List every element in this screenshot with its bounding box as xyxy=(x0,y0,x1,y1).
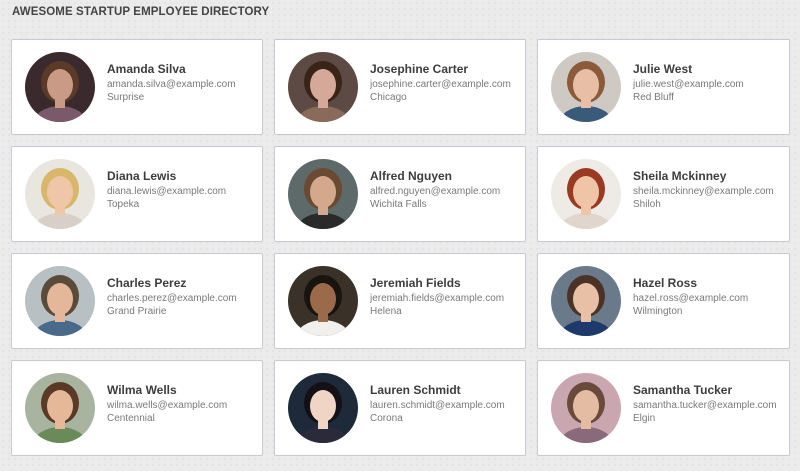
avatar xyxy=(551,159,621,229)
employee-card[interactable]: Amanda Silva amanda.silva@example.com Surp… xyxy=(11,39,263,135)
employee-city: Chicago xyxy=(370,92,407,103)
employee-email: alfred.nguyen@example.com xyxy=(370,186,501,197)
employee-email: julie.west@example.com xyxy=(633,79,744,90)
employee-card[interactable]: Charles Perez charles.perez@example.com Gr… xyxy=(11,253,263,349)
employee-card[interactable]: Josephine Carter josephine.carter@example… xyxy=(274,39,526,135)
employee-name: Josephine Carter xyxy=(370,62,469,76)
employee-city: Grand Prairie xyxy=(107,306,167,317)
employee-email: amanda.silva@example.com xyxy=(107,79,236,90)
employee-city: Corona xyxy=(370,413,403,424)
employee-info: Diana Lewis diana.lewis@example.com Topeka xyxy=(107,169,256,211)
employee-email: diana.lewis@example.com xyxy=(107,186,227,197)
employee-info: Samantha Tucker samantha.tucker@example.c… xyxy=(633,383,783,425)
employee-city: Red Bluff xyxy=(633,92,674,103)
employee-card[interactable]: Lauren Schmidt lauren.schmidt@example.com… xyxy=(274,360,526,456)
employee-card[interactable]: Hazel Ross hazel.ross@example.com Wilmingt… xyxy=(537,253,790,349)
employee-email: wilma.wells@example.com xyxy=(107,400,228,411)
employee-name: Samantha Tucker xyxy=(633,383,733,397)
avatar xyxy=(288,373,358,443)
avatar xyxy=(288,159,358,229)
employee-city: Shiloh xyxy=(633,199,661,210)
employee-city: Helena xyxy=(370,306,402,317)
employee-email: josephine.carter@example.com xyxy=(370,79,511,90)
employee-info: Josephine Carter josephine.carter@example… xyxy=(370,62,519,104)
employee-grid: Amanda Silva amanda.silva@example.com Surp… xyxy=(11,39,790,456)
avatar xyxy=(288,52,358,122)
employee-email: lauren.schmidt@example.com xyxy=(370,400,505,411)
avatar xyxy=(551,373,621,443)
employee-info: Charles Perez charles.perez@example.com Gr… xyxy=(107,276,256,318)
employee-city: Wilmington xyxy=(633,306,683,317)
employee-info: Sheila Mckinney sheila.mckinney@example.c… xyxy=(633,169,783,211)
employee-info: Alfred Nguyen alfred.nguyen@example.com Wi… xyxy=(370,169,519,211)
employee-email: samantha.tucker@example.com xyxy=(633,400,777,411)
avatar xyxy=(551,52,621,122)
employee-city: Topeka xyxy=(107,199,140,210)
employee-card[interactable]: Sheila Mckinney sheila.mckinney@example.c… xyxy=(537,146,790,242)
employee-email: hazel.ross@example.com xyxy=(633,293,749,304)
employee-email: charles.perez@example.com xyxy=(107,293,237,304)
avatar xyxy=(25,266,95,336)
employee-city: Elgin xyxy=(633,413,656,424)
employee-card[interactable]: Diana Lewis diana.lewis@example.com Topeka xyxy=(11,146,263,242)
avatar xyxy=(25,159,95,229)
employee-card[interactable]: Julie West julie.west@example.com Red Bluf… xyxy=(537,39,790,135)
employee-name: Hazel Ross xyxy=(633,276,698,290)
employee-name: Diana Lewis xyxy=(107,169,177,183)
employee-info: Hazel Ross hazel.ross@example.com Wilmingt… xyxy=(633,276,783,318)
employee-name: Alfred Nguyen xyxy=(370,169,453,183)
employee-name: Charles Perez xyxy=(107,276,187,290)
employee-city: Centennial xyxy=(107,413,155,424)
employee-card[interactable]: Samantha Tucker samantha.tucker@example.c… xyxy=(537,360,790,456)
employee-info: Lauren Schmidt lauren.schmidt@example.com… xyxy=(370,383,519,425)
employee-info: Julie West julie.west@example.com Red Bluf… xyxy=(633,62,783,104)
employee-name: Wilma Wells xyxy=(107,383,177,397)
employee-name: Jeremiah Fields xyxy=(370,276,461,290)
avatar xyxy=(551,266,621,336)
employee-info: Wilma Wells wilma.wells@example.com Centen… xyxy=(107,383,256,425)
employee-name: Lauren Schmidt xyxy=(370,383,461,397)
employee-info: Jeremiah Fields jeremiah.fields@example.c… xyxy=(370,276,519,318)
employee-name: Julie West xyxy=(633,62,693,76)
avatar xyxy=(25,52,95,122)
employee-email: sheila.mckinney@example.com xyxy=(633,186,774,197)
employee-city: Wichita Falls xyxy=(370,199,427,210)
avatar xyxy=(288,266,358,336)
employee-card[interactable]: Jeremiah Fields jeremiah.fields@example.c… xyxy=(274,253,526,349)
employee-city: Surprise xyxy=(107,92,145,103)
employee-info: Amanda Silva amanda.silva@example.com Surp… xyxy=(107,62,256,104)
employee-name: Sheila Mckinney xyxy=(633,169,727,183)
employee-card[interactable]: Wilma Wells wilma.wells@example.com Centen… xyxy=(11,360,263,456)
employee-card[interactable]: Alfred Nguyen alfred.nguyen@example.com Wi… xyxy=(274,146,526,242)
employee-email: jeremiah.fields@example.com xyxy=(370,293,505,304)
employee-name: Amanda Silva xyxy=(107,62,186,76)
avatar xyxy=(25,373,95,443)
page-title: AWESOME STARTUP EMPLOYEE DIRECTORY xyxy=(12,6,270,18)
